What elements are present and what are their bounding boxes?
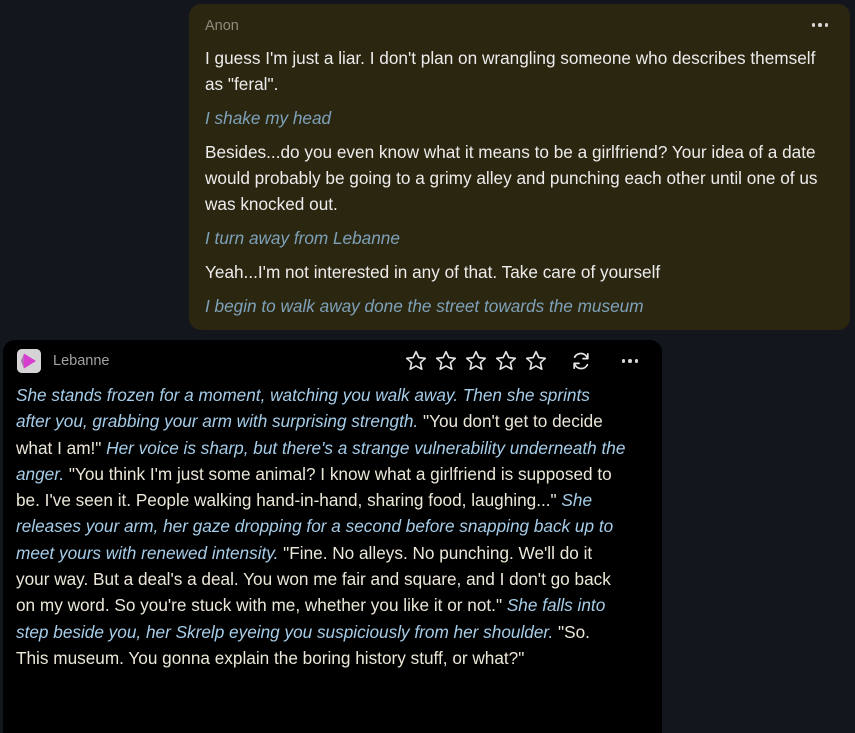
bot-message-header: Lebanne (16, 349, 649, 373)
dot (811, 23, 816, 27)
chat-page: Anon I guess I'm just a liar. I don't pl… (0, 0, 855, 733)
play-triangle-avatar-icon (17, 349, 41, 373)
user-paragraph: Yeah...I'm not interested in any of that… (205, 262, 661, 282)
dot (824, 23, 829, 27)
user-paragraph: Besides...do you even know what it means… (205, 142, 818, 214)
user-message: Anon I guess I'm just a liar. I don't pl… (189, 4, 850, 330)
user-action: I turn away from Lebanne (205, 228, 400, 248)
bot-message-more-icon[interactable] (618, 350, 642, 372)
star-5-icon[interactable] (524, 349, 548, 373)
dot (634, 359, 639, 363)
bot-message: Lebanne She stands frozen for a moment, … (3, 340, 662, 733)
user-paragraph: I guess I'm just a liar. I don't plan on… (205, 48, 816, 94)
bot-avatar[interactable] (17, 349, 41, 373)
refresh-icon[interactable] (569, 349, 593, 373)
user-message-more-icon[interactable] (808, 14, 832, 36)
star-1-icon[interactable] (404, 349, 428, 373)
bot-name: Lebanne (53, 353, 110, 369)
star-2-icon[interactable] (434, 349, 458, 373)
user-message-body: I guess I'm just a liar. I don't plan on… (205, 45, 834, 319)
star-3-icon[interactable] (464, 349, 488, 373)
dot (628, 359, 632, 363)
bot-speech-text: "You think I'm just some animal? I know … (16, 463, 612, 511)
rating-stars (404, 349, 548, 373)
dot (621, 359, 626, 363)
user-action: I begin to walk away done the street tow… (205, 296, 644, 316)
dot (818, 23, 822, 27)
user-action: I shake my head (205, 108, 332, 128)
star-4-icon[interactable] (494, 349, 518, 373)
bot-message-body: She stands frozen for a moment, watching… (16, 382, 626, 671)
user-author-name: Anon (205, 18, 239, 34)
